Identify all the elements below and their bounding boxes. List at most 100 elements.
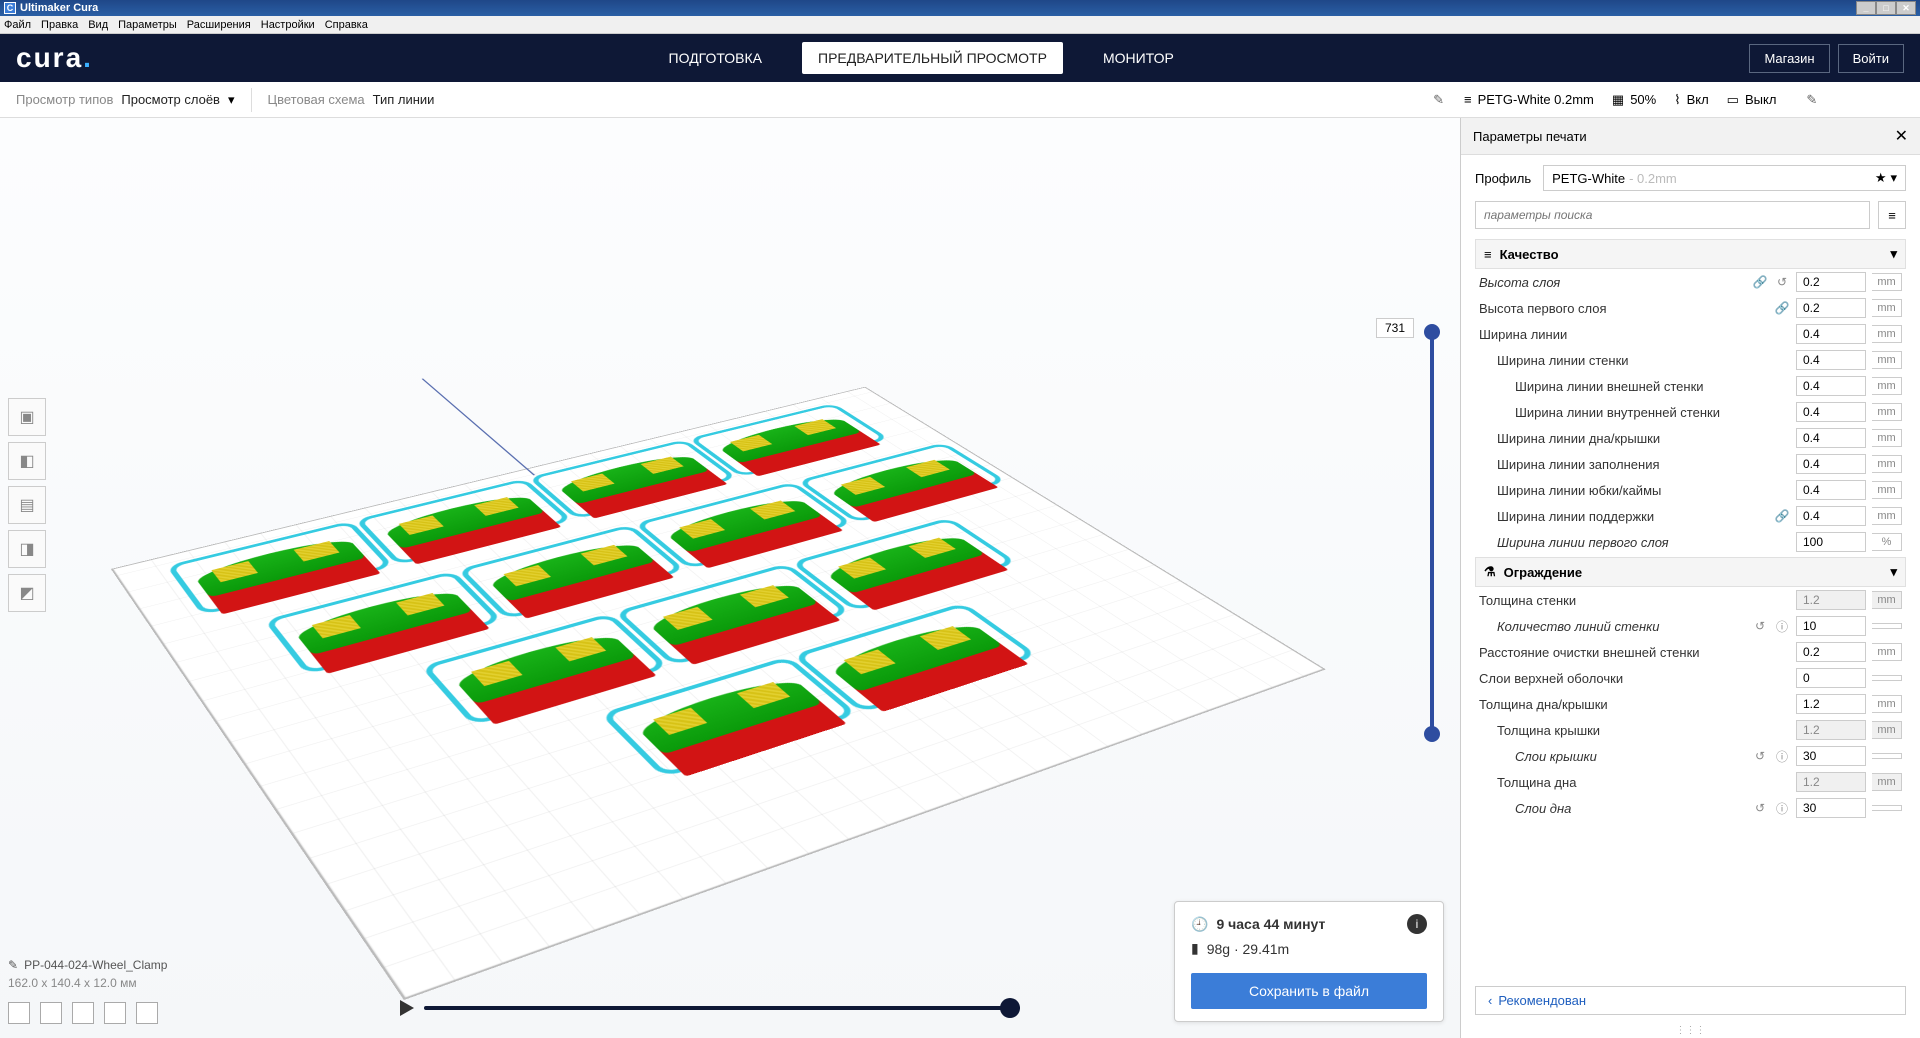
- unit: mm: [1872, 351, 1902, 369]
- menu-view[interactable]: Вид: [88, 19, 108, 31]
- setting-input[interactable]: [1796, 402, 1866, 422]
- info-icon[interactable]: i: [1407, 914, 1427, 934]
- menu-settings[interactable]: Настройки: [261, 19, 315, 31]
- material-profile[interactable]: PETG-White 0.2mm: [1478, 92, 1594, 107]
- cube-icon[interactable]: [8, 1002, 30, 1024]
- setting-input[interactable]: [1796, 506, 1866, 526]
- print-settings-panel: Параметры печати ✕ Профиль PETG-White - …: [1460, 118, 1920, 1038]
- edit-settings-icon[interactable]: ✎: [1806, 92, 1817, 108]
- reset-icon[interactable]: ↺: [1752, 619, 1768, 633]
- z-axis: [422, 379, 535, 476]
- profile-dropdown[interactable]: PETG-White - 0.2mm ★ ▾: [1543, 165, 1906, 191]
- setting-input[interactable]: [1796, 668, 1866, 688]
- setting-input[interactable]: [1796, 298, 1866, 318]
- menu-edit[interactable]: Правка: [41, 19, 78, 31]
- material-usage: 98g · 29.41m: [1207, 941, 1290, 957]
- layer-view-icon[interactable]: ▤: [8, 486, 46, 524]
- view-4-icon[interactable]: ◨: [8, 530, 46, 568]
- model-instance[interactable]: [626, 669, 853, 782]
- close-window-button[interactable]: ✕: [1896, 1, 1916, 15]
- menu-help[interactable]: Справка: [325, 19, 368, 31]
- info-icon[interactable]: ⓘ: [1774, 800, 1790, 817]
- menu-extensions[interactable]: Расширения: [187, 19, 251, 31]
- simulation-track[interactable]: [424, 1006, 1020, 1010]
- setting-input[interactable]: [1796, 772, 1866, 792]
- minimize-button[interactable]: _: [1856, 1, 1876, 15]
- setting-label: Слои дна: [1479, 801, 1746, 816]
- arrange-icon[interactable]: [40, 1002, 62, 1024]
- view-icon-3[interactable]: [136, 1002, 158, 1024]
- model-instance[interactable]: [819, 451, 1005, 526]
- settings-list[interactable]: ≡Качество▾ Высота слоя🔗↺mm Высота первог…: [1461, 237, 1920, 978]
- setting-input[interactable]: [1796, 798, 1866, 818]
- resize-grip[interactable]: ⋮⋮⋮: [1461, 1023, 1920, 1038]
- info-icon[interactable]: ⓘ: [1774, 748, 1790, 765]
- setting-input[interactable]: [1796, 590, 1866, 610]
- xray-view-icon[interactable]: ◧: [8, 442, 46, 480]
- main-area: ▣ ◧ ▤ ◨ ◩ ✎PP-044-024-Wheel_Clamp 162.0 …: [0, 118, 1920, 1038]
- view-type-dropdown[interactable]: Просмотр слоёв: [121, 92, 220, 107]
- solid-view-icon[interactable]: ▣: [8, 398, 46, 436]
- unit: mm: [1872, 377, 1902, 395]
- category-walls[interactable]: Ограждение: [1504, 565, 1582, 580]
- save-to-file-button[interactable]: Сохранить в файл: [1191, 973, 1427, 1009]
- main-nav: ПОДГОТОВКА ПРЕДВАРИТЕЛЬНЫЙ ПРОСМОТР МОНИ…: [653, 42, 1190, 74]
- view-icon-1[interactable]: [72, 1002, 94, 1024]
- profile-label: Профиль: [1475, 171, 1531, 186]
- maximize-button[interactable]: □: [1876, 1, 1896, 15]
- unit: mm: [1872, 403, 1902, 421]
- unit: mm: [1872, 273, 1902, 291]
- link-icon[interactable]: 🔗: [1774, 301, 1790, 315]
- setting-label: Толщина дна: [1479, 775, 1790, 790]
- setting-input[interactable]: [1796, 694, 1866, 714]
- link-icon[interactable]: 🔗: [1774, 509, 1790, 523]
- color-scheme-dropdown[interactable]: Тип линии: [373, 92, 435, 107]
- setting-input[interactable]: [1796, 324, 1866, 344]
- setting-input[interactable]: [1796, 272, 1866, 292]
- view-type-label: Просмотр типов: [16, 92, 113, 107]
- setting-input[interactable]: [1796, 454, 1866, 474]
- model-instance[interactable]: [814, 528, 1014, 615]
- unit: mm: [1872, 299, 1902, 317]
- play-button[interactable]: [400, 1000, 414, 1016]
- settings-menu-icon[interactable]: ≡: [1878, 201, 1906, 229]
- recommended-button[interactable]: ‹Рекомендован: [1475, 986, 1906, 1015]
- setting-input[interactable]: [1796, 746, 1866, 766]
- menu-params[interactable]: Параметры: [118, 19, 177, 31]
- link-icon[interactable]: 🔗: [1752, 275, 1768, 289]
- model-name[interactable]: PP-044-024-Wheel_Clamp: [24, 958, 167, 972]
- category-quality[interactable]: Качество: [1500, 247, 1559, 262]
- marketplace-button[interactable]: Магазин: [1749, 44, 1829, 73]
- unit: [1872, 623, 1902, 629]
- layer-bottom-handle[interactable]: [1424, 726, 1440, 742]
- info-icon[interactable]: ⓘ: [1774, 618, 1790, 635]
- reset-icon[interactable]: ↺: [1752, 801, 1768, 815]
- reset-icon[interactable]: ↺: [1774, 275, 1790, 289]
- nav-monitor[interactable]: МОНИТОР: [1087, 42, 1190, 74]
- setting-input[interactable]: [1796, 532, 1866, 552]
- setting-input[interactable]: [1796, 376, 1866, 396]
- 3d-viewport[interactable]: ▣ ◧ ▤ ◨ ◩ ✎PP-044-024-Wheel_Clamp 162.0 …: [0, 118, 1460, 1038]
- window-controls: _ □ ✕: [1856, 1, 1916, 15]
- layer-track[interactable]: [1430, 328, 1434, 738]
- simulation-handle[interactable]: [1000, 998, 1020, 1018]
- setting-input[interactable]: [1796, 616, 1866, 636]
- settings-search-input[interactable]: [1475, 201, 1870, 229]
- close-icon[interactable]: ✕: [1895, 126, 1908, 146]
- layer-top-handle[interactable]: [1424, 324, 1440, 340]
- login-button[interactable]: Войти: [1838, 44, 1904, 73]
- nav-preview[interactable]: ПРЕДВАРИТЕЛЬНЫЙ ПРОСМОТР: [802, 42, 1063, 74]
- view-icon-2[interactable]: [104, 1002, 126, 1024]
- model-instance[interactable]: [818, 615, 1036, 717]
- edit-icon[interactable]: ✎: [1433, 92, 1444, 108]
- reset-icon[interactable]: ↺: [1752, 749, 1768, 763]
- nav-prepare[interactable]: ПОДГОТОВКА: [653, 42, 778, 74]
- setting-input[interactable]: [1796, 720, 1866, 740]
- setting-input[interactable]: [1796, 428, 1866, 448]
- setting-input[interactable]: [1796, 642, 1866, 662]
- menu-file[interactable]: Файл: [4, 19, 31, 31]
- profile-dim: - 0.2mm: [1629, 171, 1677, 186]
- setting-input[interactable]: [1796, 350, 1866, 370]
- setting-input[interactable]: [1796, 480, 1866, 500]
- view-5-icon[interactable]: ◩: [8, 574, 46, 612]
